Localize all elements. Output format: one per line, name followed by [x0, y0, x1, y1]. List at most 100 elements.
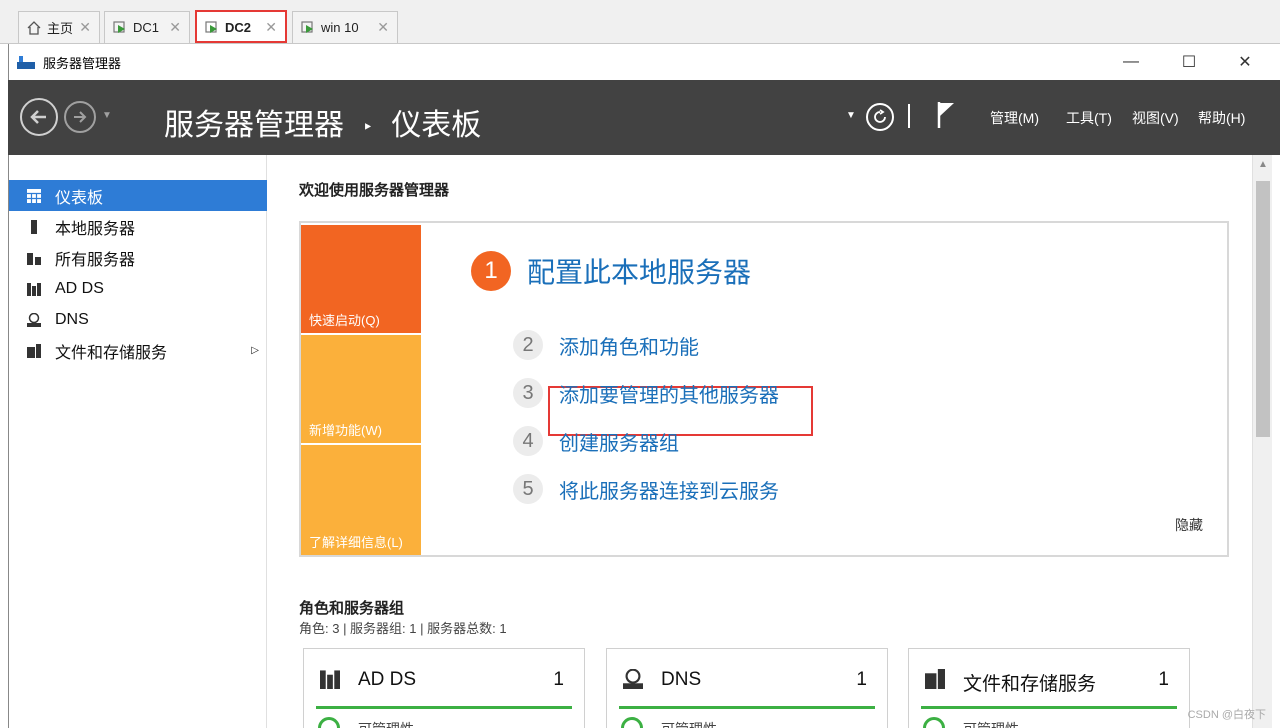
step-number: 5	[513, 474, 543, 504]
tile-quick-start[interactable]: 快速启动(Q)	[301, 225, 421, 333]
highlight-box	[195, 10, 287, 43]
breadcrumb: 服务器管理器 ‣ 仪表板	[164, 100, 481, 144]
step-add-roles[interactable]: 2 添加角色和功能	[513, 325, 699, 365]
sidebar: 仪表板 本地服务器 所有服务器 AD DS DNS 文件和存储服务 ▷	[8, 155, 267, 728]
dns-icon	[27, 312, 41, 327]
tile-label: 了解详细信息(L)	[309, 535, 403, 550]
welcome-title: 欢迎使用服务器管理器	[299, 182, 450, 199]
manageability-icon	[923, 717, 945, 728]
vm-icon	[113, 20, 125, 33]
vertical-scrollbar[interactable]: ▲	[1252, 155, 1272, 728]
add-roles-features-link[interactable]: 添加角色和功能	[559, 331, 699, 360]
step-connect-cloud[interactable]: 5 将此服务器连接到云服务	[513, 469, 779, 509]
refresh-icon	[874, 109, 886, 123]
app-root: 主页 ✕ DC1 ✕ DC2 ✕ win 10 ✕ 服务器管理器 — ☐ ✕ ▼…	[0, 0, 1280, 728]
status-bar	[316, 706, 572, 709]
quick-start-panel: 快速启动(Q) 新增功能(W) 了解详细信息(L) 1 配置此本地服务器 2 添…	[299, 221, 1229, 557]
server-manager-icon	[17, 56, 35, 69]
roles-section-title: 角色和服务器组	[299, 600, 405, 617]
menu-view[interactable]: 视图(V)	[1132, 108, 1179, 128]
tab-dc2[interactable]: DC2 ✕	[195, 10, 287, 43]
dashboard-icon	[27, 188, 41, 203]
tab-win10[interactable]: win 10 ✕	[292, 11, 398, 43]
adds-icon	[320, 670, 340, 689]
forward-button[interactable]	[64, 101, 96, 133]
manageability-icon	[621, 717, 643, 728]
role-card-count: 1	[1158, 669, 1169, 690]
refresh-button[interactable]	[866, 103, 894, 131]
tab-home[interactable]: 主页 ✕	[18, 11, 100, 43]
step-add-servers[interactable]: 3 添加要管理的其他服务器	[513, 373, 779, 413]
tab-label: win 10	[321, 20, 359, 35]
maximize-button[interactable]: ☐	[1161, 44, 1217, 80]
sidebar-item-label: DNS	[55, 310, 89, 328]
menu-manage[interactable]: 管理(M)	[990, 108, 1039, 128]
servers-icon	[27, 252, 41, 265]
file-storage-icon	[925, 669, 945, 689]
tab-label: DC1	[133, 20, 160, 35]
home-icon	[27, 20, 41, 35]
manageability-icon	[318, 717, 340, 728]
sidebar-item-dashboard[interactable]: 仪表板	[9, 180, 267, 211]
tab-dc1[interactable]: DC1 ✕	[104, 11, 190, 43]
back-button[interactable]	[20, 98, 58, 136]
step-number: 2	[513, 330, 543, 360]
dns-icon	[623, 669, 643, 689]
tab-label: 主页	[47, 21, 74, 36]
role-card-adds[interactable]: AD DS 1 可管理性	[303, 648, 585, 728]
roles-summary: 角色: 3 | 服务器组: 1 | 服务器总数: 1	[299, 621, 507, 636]
sidebar-item-label: AD DS	[55, 279, 104, 297]
role-card-name: 文件和存储服务	[963, 674, 1097, 695]
step-create-group[interactable]: 4 创建服务器组	[513, 421, 679, 461]
hide-link[interactable]: 隐藏	[1175, 515, 1203, 535]
breadcrumb-app[interactable]: 服务器管理器	[164, 109, 344, 142]
window-title-bar: 服务器管理器 — ☐ ✕	[8, 44, 1280, 80]
sidebar-item-local-server[interactable]: 本地服务器	[9, 211, 267, 242]
close-icon[interactable]: ✕	[169, 19, 181, 36]
close-icon[interactable]: ✕	[79, 19, 91, 36]
role-card-count: 1	[856, 669, 867, 690]
tile-label: 快速启动(Q)	[309, 313, 380, 328]
expand-arrow-icon[interactable]: ▷	[251, 345, 259, 356]
dashboard-content: 欢迎使用服务器管理器 快速启动(Q) 新增功能(W) 了解详细信息(L) 1 配…	[267, 155, 1252, 728]
minimize-button[interactable]: —	[1103, 44, 1159, 80]
menu-tools[interactable]: 工具(T)	[1066, 108, 1112, 128]
watermark: CSDN @白夜下	[1187, 709, 1266, 721]
scrollbar-thumb[interactable]	[1256, 181, 1270, 437]
sidebar-item-adds[interactable]: AD DS	[9, 273, 267, 304]
status-bar	[619, 706, 875, 709]
role-card-file-storage[interactable]: 文件和存储服务 1 可管理性	[908, 648, 1190, 728]
manageability-label[interactable]: 可管理性	[963, 719, 1019, 728]
tile-whats-new[interactable]: 新增功能(W)	[301, 335, 421, 443]
step-number-1: 1	[471, 251, 511, 291]
role-card-dns[interactable]: DNS 1 可管理性	[606, 648, 888, 728]
menu-help[interactable]: 帮助(H)	[1198, 108, 1245, 128]
manageability-label[interactable]: 可管理性	[358, 719, 414, 728]
refresh-dropdown-icon[interactable]: ▼	[846, 110, 856, 121]
tile-learn-more[interactable]: 了解详细信息(L)	[301, 445, 421, 555]
scroll-up-icon[interactable]: ▲	[1258, 159, 1268, 170]
header-divider	[908, 104, 910, 128]
role-card-name: DNS	[661, 669, 702, 690]
create-server-group-link[interactable]: 创建服务器组	[559, 427, 679, 456]
close-button[interactable]: ✕	[1217, 44, 1273, 80]
tile-label: 新增功能(W)	[309, 423, 382, 438]
file-storage-icon	[27, 343, 41, 358]
role-card-name: AD DS	[358, 669, 417, 690]
status-bar	[921, 706, 1177, 709]
adds-icon	[27, 282, 41, 296]
close-icon[interactable]: ✕	[377, 19, 389, 36]
vm-tab-strip: 主页 ✕ DC1 ✕ DC2 ✕ win 10 ✕	[0, 0, 1280, 44]
connect-cloud-link[interactable]: 将此服务器连接到云服务	[559, 475, 779, 504]
sidebar-item-all-servers[interactable]: 所有服务器	[9, 242, 267, 273]
add-servers-link[interactable]: 添加要管理的其他服务器	[559, 379, 779, 408]
sidebar-item-label: 仪表板	[55, 189, 104, 207]
arrow-right-icon	[74, 111, 87, 123]
manageability-label[interactable]: 可管理性	[661, 719, 717, 728]
sidebar-item-dns[interactable]: DNS	[9, 304, 267, 335]
configure-local-server-link[interactable]: 配置此本地服务器	[527, 251, 751, 291]
flag-icon[interactable]	[936, 100, 956, 130]
history-dropdown-icon[interactable]: ▼	[102, 110, 112, 121]
sidebar-item-label: 本地服务器	[55, 220, 136, 238]
sidebar-item-file-storage[interactable]: 文件和存储服务 ▷	[9, 335, 267, 366]
